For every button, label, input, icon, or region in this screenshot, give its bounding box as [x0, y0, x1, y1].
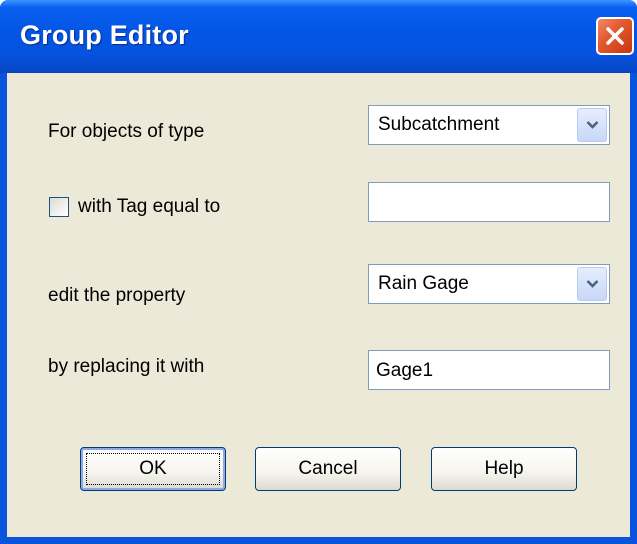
group-editor-window: Group Editor For objects of type Subcatc… [0, 0, 637, 544]
cancel-button-label: Cancel [298, 458, 358, 479]
tag-checkbox-label[interactable]: with Tag equal to [78, 196, 220, 218]
tag-checkbox[interactable] [49, 197, 69, 217]
object-type-select[interactable]: Subcatchment [368, 105, 610, 145]
help-button[interactable]: Help [431, 447, 577, 491]
chevron-down-icon [586, 280, 599, 288]
focus-rectangle [86, 453, 220, 485]
property-label: edit the property [48, 285, 186, 306]
replace-input-value: Gage1 [376, 360, 434, 381]
replace-input[interactable]: Gage1 [368, 350, 610, 390]
window-title: Group Editor [20, 20, 189, 50]
chevron-down-icon [586, 121, 599, 129]
ok-button[interactable]: OK [80, 447, 226, 491]
object-type-label: For objects of type [48, 121, 205, 142]
replace-label: by replacing it with [48, 356, 205, 377]
dialog-body: For objects of type Subcatchment with Ta… [7, 73, 630, 537]
property-select[interactable]: Rain Gage [368, 264, 610, 304]
property-dropdown-button[interactable] [577, 267, 607, 301]
help-button-label: Help [484, 458, 524, 479]
object-type-value: Subcatchment [378, 114, 500, 135]
property-value: Rain Gage [378, 273, 469, 294]
cancel-button[interactable]: Cancel [255, 447, 401, 491]
title-bar[interactable]: Group Editor [0, 0, 637, 73]
tag-input[interactable] [368, 182, 610, 222]
close-button[interactable] [596, 17, 634, 55]
object-type-dropdown-button[interactable] [577, 108, 607, 142]
close-icon [606, 27, 624, 45]
